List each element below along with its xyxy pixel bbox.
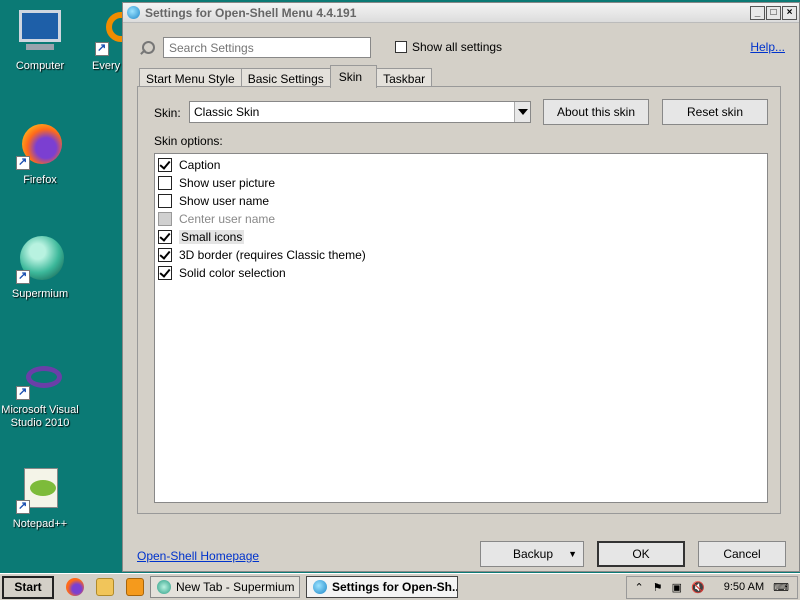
chevron-down-icon: ▼	[568, 549, 577, 559]
list-item[interactable]: Small icons	[158, 228, 764, 246]
shortcut-arrow-icon	[95, 41, 109, 56]
visual-studio-icon	[16, 362, 64, 400]
option-label: Caption	[179, 158, 221, 172]
homepage-link[interactable]: Open-Shell Homepage	[137, 549, 259, 563]
search-input[interactable]	[163, 37, 371, 58]
option-label: Show user name	[179, 194, 270, 208]
notepadpp-icon	[16, 466, 64, 514]
backup-label: Backup	[513, 547, 554, 561]
taskbar-item-label: Settings for Open-Sh...	[332, 580, 458, 594]
list-item[interactable]: Show user picture	[158, 174, 764, 192]
taskbar-item-settings[interactable]: Settings for Open-Sh...	[306, 576, 458, 598]
firefox-icon	[16, 122, 64, 170]
show-all-checkbox[interactable]	[395, 41, 407, 53]
option-checkbox[interactable]	[158, 266, 172, 280]
start-label: Start	[14, 579, 42, 594]
chevron-up-icon[interactable]: ⌃	[635, 581, 644, 594]
tab-skin[interactable]: Skin	[329, 65, 378, 88]
cancel-button[interactable]: Cancel	[698, 541, 786, 567]
desktop-icon-notepadpp[interactable]: Notepad++	[0, 466, 80, 531]
shortcut-arrow-icon	[16, 155, 30, 170]
explorer-quicklaunch-icon[interactable]	[96, 578, 114, 596]
about-skin-button[interactable]: About this skin	[543, 99, 649, 125]
maximize-button[interactable]: □	[766, 5, 781, 20]
firefox-quicklaunch-icon[interactable]	[66, 578, 84, 596]
taskbar-item-supermium[interactable]: New Tab - Supermium	[150, 576, 300, 598]
option-checkbox[interactable]	[158, 176, 172, 190]
desktop-icon-label: Microsoft Visual Studio 2010	[1, 404, 79, 429]
window-title: Settings for Open-Shell Menu 4.4.191	[145, 5, 357, 20]
system-tray: ⌃ ⚑ ▣ 🔇 9:50 AM ⌨	[625, 575, 798, 599]
open-shell-icon	[313, 580, 327, 594]
flag-icon[interactable]: ⚑	[653, 581, 663, 594]
option-checkbox	[158, 212, 172, 226]
media-player-quicklaunch-icon[interactable]	[126, 578, 144, 596]
desktop-icon-supermium[interactable]: Supermium	[0, 236, 80, 301]
desktop-icon-visual-studio[interactable]: Microsoft Visual Studio 2010	[0, 362, 80, 430]
keyboard-icon[interactable]: ⌨	[773, 581, 789, 594]
supermium-icon	[157, 580, 171, 594]
tab-basic-settings[interactable]: Basic Settings	[240, 68, 331, 88]
open-shell-icon	[127, 6, 140, 19]
desktop-icon-label: Firefox	[23, 174, 57, 186]
skin-select[interactable]: Classic Skin	[189, 101, 531, 123]
title-bar[interactable]: Settings for Open-Shell Menu 4.4.191 _ □…	[123, 3, 799, 23]
option-checkbox[interactable]	[158, 194, 172, 208]
skin-panel: Skin: Classic Skin About this skin Reset…	[137, 86, 781, 514]
option-label: Small icons	[179, 230, 245, 244]
desktop-icon-computer[interactable]: Computer	[0, 8, 80, 73]
minimize-button[interactable]: _	[750, 5, 765, 20]
volume-muted-icon[interactable]: 🔇	[691, 581, 705, 594]
list-item[interactable]: Show user name	[158, 192, 764, 210]
list-item[interactable]: Caption	[158, 156, 764, 174]
skin-select-value: Classic Skin	[194, 105, 260, 119]
show-all-settings[interactable]: Show all settings	[395, 40, 502, 54]
tab-taskbar[interactable]: Taskbar	[376, 68, 433, 88]
desktop-icon-label: Supermium	[11, 288, 69, 300]
network-icon[interactable]: ▣	[672, 581, 682, 594]
help-link[interactable]: Help...	[750, 40, 785, 54]
show-all-label: Show all settings	[412, 40, 503, 54]
tab-start-menu-style[interactable]: Start Menu Style	[139, 68, 242, 88]
computer-icon	[16, 8, 64, 56]
desktop-icon-label: Computer	[15, 60, 65, 72]
shortcut-arrow-icon	[16, 385, 30, 400]
search-row: Show all settings Help...	[137, 37, 785, 59]
reset-skin-button[interactable]: Reset skin	[662, 99, 768, 125]
desktop-icon-everything[interactable]: Every	[80, 8, 122, 73]
option-label: 3D border (requires Classic theme)	[179, 248, 366, 262]
skin-options-list[interactable]: Caption Show user picture Show user name…	[154, 153, 768, 503]
supermium-icon	[16, 236, 64, 284]
option-checkbox[interactable]	[158, 248, 172, 262]
option-checkbox[interactable]	[158, 158, 172, 172]
ok-button[interactable]: OK	[597, 541, 685, 567]
list-item[interactable]: 3D border (requires Classic theme)	[158, 246, 764, 264]
close-button[interactable]: ×	[782, 5, 797, 20]
clock[interactable]: 9:50 AM	[724, 581, 764, 593]
tab-bar: Start Menu Style Basic Settings Skin Tas…	[139, 65, 433, 88]
taskbar: Start New Tab - Supermium Settings for O…	[0, 573, 800, 600]
desktop-icon-label: Every	[92, 60, 121, 72]
backup-button[interactable]: Backup ▼	[480, 541, 584, 567]
list-item: Center user name	[158, 210, 764, 228]
desktop-icon-firefox[interactable]: Firefox	[0, 122, 80, 187]
shortcut-arrow-icon	[16, 269, 30, 284]
taskbar-item-label: New Tab - Supermium	[176, 580, 295, 594]
desktop-icon-label: Notepad++	[12, 518, 68, 530]
everything-icon	[80, 8, 122, 56]
option-label: Solid color selection	[179, 266, 286, 280]
option-label: Center user name	[179, 212, 276, 226]
search-icon	[137, 39, 155, 57]
option-checkbox[interactable]	[158, 230, 172, 244]
dropdown-arrow-icon[interactable]	[514, 102, 530, 122]
option-label: Show user picture	[179, 176, 276, 190]
skin-options-label: Skin options:	[154, 134, 223, 148]
skin-label: Skin:	[154, 106, 181, 120]
shortcut-arrow-icon	[16, 499, 30, 514]
start-button[interactable]: Start	[2, 575, 54, 599]
settings-window: Settings for Open-Shell Menu 4.4.191 _ □…	[122, 2, 800, 572]
list-item[interactable]: Solid color selection	[158, 264, 764, 282]
